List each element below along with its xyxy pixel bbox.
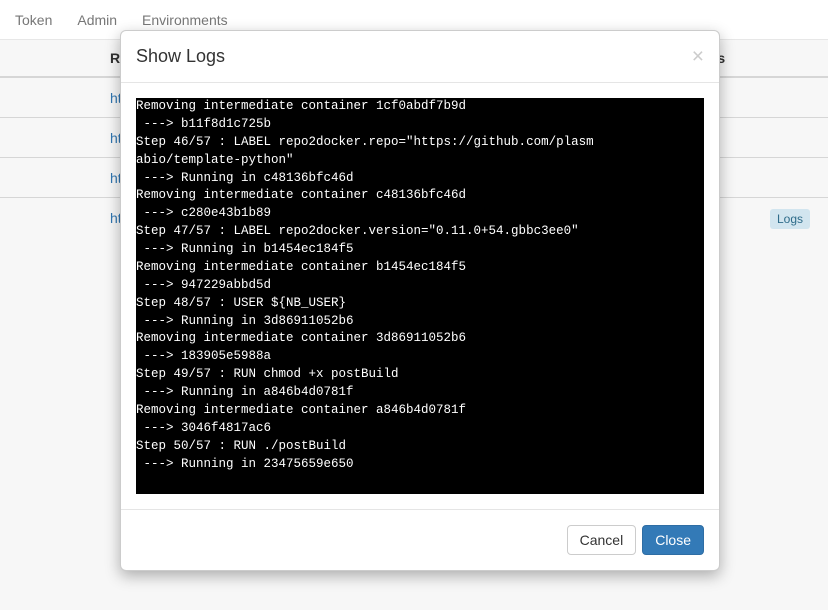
nav-item-environments[interactable]: Environments bbox=[142, 12, 228, 28]
modal-footer: Cancel Close bbox=[121, 509, 719, 570]
close-icon[interactable]: × bbox=[692, 46, 704, 67]
cancel-button[interactable]: Cancel bbox=[567, 525, 637, 555]
modal-body: Removing intermediate container 1cf0abdf… bbox=[121, 83, 719, 509]
nav-item-token[interactable]: Token bbox=[15, 12, 52, 28]
modal-header: Show Logs × bbox=[121, 31, 719, 83]
nav-item-admin[interactable]: Admin bbox=[77, 12, 117, 28]
modal-title: Show Logs bbox=[136, 46, 225, 67]
log-output[interactable]: Removing intermediate container 1cf0abdf… bbox=[136, 98, 704, 494]
close-button[interactable]: Close bbox=[642, 525, 704, 555]
logs-modal: Show Logs × Removing intermediate contai… bbox=[120, 30, 720, 571]
